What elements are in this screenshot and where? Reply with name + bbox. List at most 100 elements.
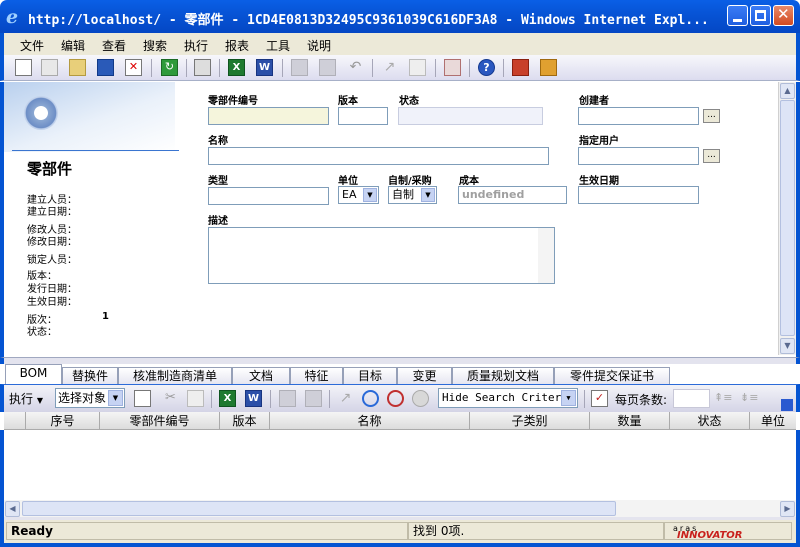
unlock-icon[interactable] <box>305 390 322 407</box>
unit-select[interactable]: EA ▼ <box>338 186 379 204</box>
excel-icon[interactable]: X <box>219 390 236 407</box>
assigned-user-label: 指定用户 <box>579 136 619 147</box>
effective-date-input[interactable] <box>578 186 699 204</box>
tab-documents[interactable]: 文档 <box>232 367 290 385</box>
select-object-dropdown[interactable]: 选择对象 ▼ <box>55 388 125 408</box>
pane-splitter[interactable] <box>0 357 800 364</box>
creator-picker-button[interactable]: ... <box>703 109 720 123</box>
search-icon[interactable] <box>362 390 379 407</box>
menu-view[interactable]: 查看 <box>102 37 126 54</box>
delete-icon[interactable]: ✕ <box>125 59 142 76</box>
assigned-user-picker-button[interactable]: ... <box>703 149 720 163</box>
tab-bom[interactable]: BOM <box>5 364 62 385</box>
maximize-button[interactable] <box>750 5 771 26</box>
action-menu-button[interactable]: 执行 ▼ <box>9 390 43 407</box>
caret-down-icon: ▼ <box>36 396 43 405</box>
brand-logo: aras INNOVATOR <box>664 522 792 541</box>
state-input[interactable] <box>398 107 543 125</box>
previous-page-icon[interactable]: ⇞≡ <box>714 391 732 404</box>
col-quantity[interactable]: 数量 <box>590 412 670 430</box>
structure-browser-icon[interactable] <box>444 59 461 76</box>
word-icon[interactable]: W <box>256 59 273 76</box>
clear-search-icon[interactable] <box>387 390 404 407</box>
name-input[interactable] <box>208 147 549 165</box>
toolbar-separator <box>435 59 436 77</box>
excel-icon[interactable]: X <box>228 59 245 76</box>
tab-quality-planning[interactable]: 质量规划文档 <box>452 367 554 385</box>
form-scroll-thumb[interactable] <box>780 100 795 336</box>
col-unit[interactable]: 单位 <box>750 412 796 430</box>
type-input[interactable] <box>208 187 329 205</box>
close-button[interactable]: ✕ <box>773 5 794 26</box>
print-icon[interactable] <box>194 59 211 76</box>
cut-icon[interactable]: ✂ <box>162 390 179 407</box>
promote-icon[interactable]: ↗ <box>337 390 354 407</box>
word-icon[interactable]: W <box>245 390 262 407</box>
view-icon[interactable] <box>41 59 58 76</box>
tab-approved-manufacturers[interactable]: 核准制造商清单 <box>118 367 232 385</box>
scroll-left-icon[interactable]: ◀ <box>5 501 20 517</box>
revise-icon[interactable] <box>409 59 426 76</box>
bom-grid-body[interactable] <box>0 430 800 500</box>
refresh-icon[interactable]: ↻ <box>161 59 178 76</box>
page-size-input[interactable] <box>673 389 710 408</box>
description-textarea[interactable] <box>208 227 555 284</box>
title-bar: e http://localhost/ - 零部件 - 1CD4E0813D32… <box>0 0 800 33</box>
promote-icon[interactable]: ↗ <box>381 59 398 76</box>
tab-goals[interactable]: 目标 <box>343 367 397 385</box>
menu-actions[interactable]: 执行 <box>184 37 208 54</box>
next-page-icon[interactable]: ⇟≡ <box>740 391 758 404</box>
chevron-down-icon[interactable]: ▼ <box>108 390 123 406</box>
col-subcategory[interactable]: 子类别 <box>470 412 590 430</box>
grid-header-selector[interactable] <box>4 412 26 430</box>
chevron-down-icon[interactable]: ▼ <box>421 188 435 202</box>
paging-checkbox-icon[interactable]: ✓ <box>591 390 608 407</box>
revision-input[interactable] <box>338 107 388 125</box>
toolbar-overflow-icon[interactable] <box>781 399 793 411</box>
make-buy-select[interactable]: 自制 ▼ <box>388 186 437 204</box>
description-scrollbar[interactable] <box>538 228 554 283</box>
col-name[interactable]: 名称 <box>270 412 470 430</box>
item-number-input[interactable] <box>208 107 329 125</box>
new-icon[interactable] <box>15 59 32 76</box>
lock-icon[interactable] <box>279 390 296 407</box>
chevron-down-icon[interactable]: ▼ <box>561 390 576 406</box>
save-icon[interactable] <box>97 59 114 76</box>
form-scrollbar[interactable]: ▲ ▼ <box>778 82 796 355</box>
logout-icon[interactable] <box>512 59 529 76</box>
unlock-icon[interactable] <box>319 59 336 76</box>
cost-input[interactable]: undefined <box>458 186 567 204</box>
creator-input[interactable] <box>578 107 699 125</box>
grid-scroll-thumb[interactable] <box>22 501 616 516</box>
lock-icon[interactable] <box>291 59 308 76</box>
scroll-down-icon[interactable]: ▼ <box>780 338 795 354</box>
col-revision[interactable]: 版本 <box>220 412 270 430</box>
search-mode-dropdown[interactable]: Hide Search Criteria ▼ <box>438 388 578 408</box>
menu-file[interactable]: 文件 <box>20 37 44 54</box>
grid-hscrollbar[interactable]: ◀ ▶ <box>4 500 796 517</box>
assigned-user-input[interactable] <box>578 147 699 165</box>
menu-search[interactable]: 搜索 <box>143 37 167 54</box>
run-search-icon[interactable] <box>412 390 429 407</box>
help-icon[interactable]: ? <box>478 59 495 76</box>
menu-tools[interactable]: 工具 <box>266 37 290 54</box>
tab-substitutes[interactable]: 替换件 <box>62 367 118 385</box>
scroll-up-icon[interactable]: ▲ <box>780 83 795 99</box>
menu-help[interactable]: 说明 <box>307 37 331 54</box>
remove-row-icon[interactable] <box>187 390 204 407</box>
tab-features[interactable]: 特征 <box>290 367 343 385</box>
menu-reports[interactable]: 报表 <box>225 37 249 54</box>
new-row-icon[interactable] <box>134 390 151 407</box>
exit-icon[interactable] <box>540 59 557 76</box>
undo-icon[interactable]: ↶ <box>347 59 364 76</box>
col-sequence[interactable]: 序号 <box>26 412 100 430</box>
menu-edit[interactable]: 编辑 <box>61 37 85 54</box>
col-item-number[interactable]: 零部件编号 <box>100 412 220 430</box>
col-state[interactable]: 状态 <box>670 412 750 430</box>
tab-changes[interactable]: 变更 <box>397 367 452 385</box>
tab-part-submission-warrant[interactable]: 零件提交保证书 <box>554 367 670 385</box>
chevron-down-icon[interactable]: ▼ <box>363 188 377 202</box>
minimize-button[interactable] <box>727 5 748 26</box>
scroll-right-icon[interactable]: ▶ <box>780 501 795 517</box>
open-folder-icon[interactable] <box>69 59 86 76</box>
